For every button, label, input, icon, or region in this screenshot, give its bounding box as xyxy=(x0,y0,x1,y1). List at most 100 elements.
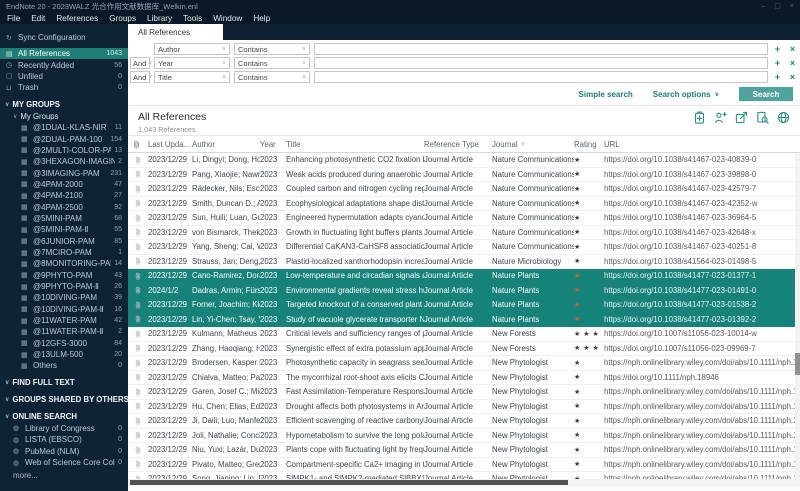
menu-item[interactable]: Library xyxy=(147,14,172,23)
table-row[interactable]: 2023/12/29 Smith, Duncan D.; Ad... 2023 … xyxy=(128,197,800,212)
cell-url[interactable]: https://doi.org/10.1038/s41467-023-40251… xyxy=(604,242,800,251)
sidebar-group-item[interactable]: ▦ @1DUAL-KLAS-NIR 11 xyxy=(0,122,128,133)
cell-rating[interactable]: ★ xyxy=(574,359,604,367)
add-search-row-button[interactable]: + xyxy=(772,44,783,55)
table-row[interactable]: 2023/12/29 Rädecker, Nils; Escrig... 202… xyxy=(128,182,800,197)
boolean-operator-select[interactable]: And ∨ xyxy=(130,57,150,69)
cell-url[interactable]: https://doi.org/10.1038/s41467-023-36964… xyxy=(604,213,800,222)
cell-rating[interactable]: ★ xyxy=(574,373,604,381)
sidebar-library-item[interactable]: ⊔ Trash 0 xyxy=(0,82,128,93)
vertical-scrollbar-thumb[interactable] xyxy=(795,353,800,375)
cell-url[interactable]: https://doi.org/10.1007/s11056-023-10014… xyxy=(604,329,800,338)
search-field-select[interactable]: Author ∨ xyxy=(154,43,230,55)
table-row[interactable]: 2023/12/29 Hu, Chen; Elias, Edua... 2023… xyxy=(128,400,800,415)
search-value-input[interactable] xyxy=(314,43,768,55)
table-row[interactable]: 2023/12/29 Yang, Sheng; Cai, We... 2023 … xyxy=(128,240,800,255)
search-field-select[interactable]: Title ∨ xyxy=(154,71,230,83)
menu-item[interactable]: Edit xyxy=(31,14,45,23)
online-search-header[interactable]: ∨ ONLINE SEARCH xyxy=(0,411,128,423)
remove-search-row-button[interactable]: × xyxy=(787,58,798,69)
cell-rating[interactable]: ★ xyxy=(574,272,604,280)
simple-search-link[interactable]: Simple search xyxy=(579,90,633,99)
sidebar-group-item[interactable]: ▦ @9PHYTO-PAM 43 xyxy=(0,270,128,281)
column-header-title[interactable]: Title xyxy=(286,140,424,149)
sync-configuration[interactable]: ↻ Sync Configuration xyxy=(0,31,128,44)
cell-url[interactable]: https://doi.org/10.1038/s41477-023-01377… xyxy=(604,271,800,280)
sidebar-library-item[interactable]: ▢ Unfiled 0 xyxy=(0,71,128,82)
online-search-item[interactable]: ◍ Library of Congress 0 xyxy=(0,423,128,435)
table-row[interactable]: 2023/12/29 Garen, Josef C.; Mich... 2023… xyxy=(128,385,800,400)
remove-search-row-button[interactable]: × xyxy=(787,72,798,83)
cell-url[interactable]: https://doi.org/10.1038/s41467-023-40839… xyxy=(604,155,800,164)
sidebar-group-item[interactable]: ▦ @9PHYTO-PAM-Ⅱ 26 xyxy=(0,281,128,292)
online-search-item[interactable]: ◍ PubMed (NLM) 0 xyxy=(0,446,128,458)
share-library-icon[interactable] xyxy=(735,111,748,124)
cell-url[interactable]: https://nph.onlinelibrary.wiley.com/doi/… xyxy=(604,460,800,469)
my-groups-subheader[interactable]: ∨ My Groups xyxy=(0,111,128,123)
horizontal-scrollbar-thumb[interactable] xyxy=(130,480,568,485)
search-operator-select[interactable]: Contains ∨ xyxy=(234,57,310,69)
add-search-row-button[interactable]: + xyxy=(772,58,783,69)
table-row[interactable]: 2023/12/29 Pivato, Matteo; Gren... 2023 … xyxy=(128,458,800,473)
table-row[interactable]: 2023/12/29 Cano-Ramirez, Dora ... 2023 L… xyxy=(128,269,800,284)
cell-rating[interactable]: ★ xyxy=(574,257,604,265)
column-header-reference-type[interactable]: Reference Type xyxy=(424,140,492,149)
sidebar-group-item[interactable]: ▦ @13ULM-500 20 xyxy=(0,349,128,360)
table-row[interactable]: 2023/12/29 Strauss, Jan; Deng, Lo... 202… xyxy=(128,255,800,270)
sidebar-group-item[interactable]: ▦ @5MINI-PAM 68 xyxy=(0,213,128,224)
cell-rating[interactable]: ★ ★ ★ xyxy=(574,330,604,338)
cell-rating[interactable]: ★ xyxy=(574,446,604,454)
add-search-row-button[interactable]: + xyxy=(772,72,783,83)
cell-rating[interactable]: ★ xyxy=(574,170,604,178)
cell-rating[interactable]: ★ xyxy=(574,214,604,222)
cell-rating[interactable]: ★ xyxy=(574,301,604,309)
menu-item[interactable]: References xyxy=(56,14,98,23)
sidebar-group-item[interactable]: ▦ @2DUAL-PAM-100 154 xyxy=(0,133,128,144)
sidebar-group-item[interactable]: ▦ @10DIVING-PAM-Ⅱ 16 xyxy=(0,304,128,315)
table-row[interactable]: 2023/12/29 Kulmann, Matheus S... 2023 Cr… xyxy=(128,327,800,342)
search-button[interactable]: Search xyxy=(739,87,793,101)
cell-url[interactable]: https://doi.org/10.1007/s11056-023-09969… xyxy=(604,344,800,353)
sidebar-group-item[interactable]: ▦ @3HEXAGON-IMAGING... 2 xyxy=(0,156,128,167)
cell-rating[interactable]: ★ xyxy=(574,228,604,236)
sidebar-group-item[interactable]: ▦ @8MONITORING-PAM 14 xyxy=(0,258,128,269)
find-full-text-header[interactable]: ∨ FIND FULL TEXT xyxy=(0,377,128,389)
cell-rating[interactable]: ★ ★ ★ xyxy=(574,344,604,352)
cell-rating[interactable]: ★ xyxy=(574,156,604,164)
menu-item[interactable]: Groups xyxy=(109,14,136,23)
sidebar-group-item[interactable]: ▦ @2MULTI-COLOR-PAM 13 xyxy=(0,145,128,156)
cell-url[interactable]: https://nph.onlinelibrary.wiley.com/doi/… xyxy=(604,402,800,411)
table-row[interactable]: 2023/12/29 Li, Dingyi; Dong, Hon... 2023… xyxy=(128,153,800,168)
vertical-scrollbar[interactable] xyxy=(795,153,800,484)
search-options-link[interactable]: Search options ∨ xyxy=(653,90,719,99)
cell-url[interactable]: https://doi.org/10.1038/s41477-023-01392… xyxy=(604,315,800,324)
sidebar-group-item[interactable]: ▦ @6JUNIOR-PAM 85 xyxy=(0,236,128,247)
cell-rating[interactable]: ★ xyxy=(574,402,604,410)
cell-rating[interactable]: ★ xyxy=(574,199,604,207)
column-header-journal[interactable]: Journal ∨ xyxy=(492,140,574,149)
menu-item[interactable]: File xyxy=(7,14,20,23)
horizontal-scrollbar[interactable] xyxy=(128,479,800,486)
cell-url[interactable]: https://doi.org/10.1038/s41467-023-42352… xyxy=(604,199,800,208)
cell-url[interactable]: https://doi.org/10.1038/s41467-023-42648… xyxy=(604,228,800,237)
table-row[interactable]: 2023/12/29 Joli, Nathalie; Concia,... 20… xyxy=(128,429,800,444)
online-search-item[interactable]: ◍ Web of Science Core Colle... 0 xyxy=(0,457,128,469)
table-row[interactable]: 2023/12/29 Brodersen, Kasper El... 2023 … xyxy=(128,356,800,371)
table-row[interactable]: 2023/12/29 von Bismarck, Thekla... 2023 … xyxy=(128,226,800,241)
online-search-icon[interactable] xyxy=(777,111,790,124)
cell-rating[interactable]: ★ xyxy=(574,243,604,251)
search-operator-select[interactable]: Contains ∨ xyxy=(234,43,310,55)
sidebar-group-item[interactable]: ▦ @11WATER-PAM 42 xyxy=(0,315,128,326)
sidebar-group-item[interactable]: ▦ @5MINI-PAM-Ⅱ 55 xyxy=(0,224,128,235)
tab-all-references[interactable]: All References xyxy=(128,24,223,40)
table-row[interactable]: 2023/12/29 Sun, Huili; Luan, Guo... 2023… xyxy=(128,211,800,226)
cell-url[interactable]: https://nph.onlinelibrary.wiley.com/doi/… xyxy=(604,431,800,440)
maximize-button[interactable]: ▢ xyxy=(774,3,781,10)
attachment-column-header[interactable] xyxy=(128,140,148,149)
remove-search-row-button[interactable]: × xyxy=(787,44,798,55)
cell-rating[interactable]: ★ xyxy=(574,417,604,425)
search-value-input[interactable] xyxy=(314,71,768,83)
online-search-item[interactable]: ◍ LISTA (EBSCO) 0 xyxy=(0,434,128,446)
sidebar-group-item[interactable]: ▦ @7MCIRO-PAM 1 xyxy=(0,247,128,258)
boolean-operator-select[interactable]: And ∨ xyxy=(130,71,150,83)
